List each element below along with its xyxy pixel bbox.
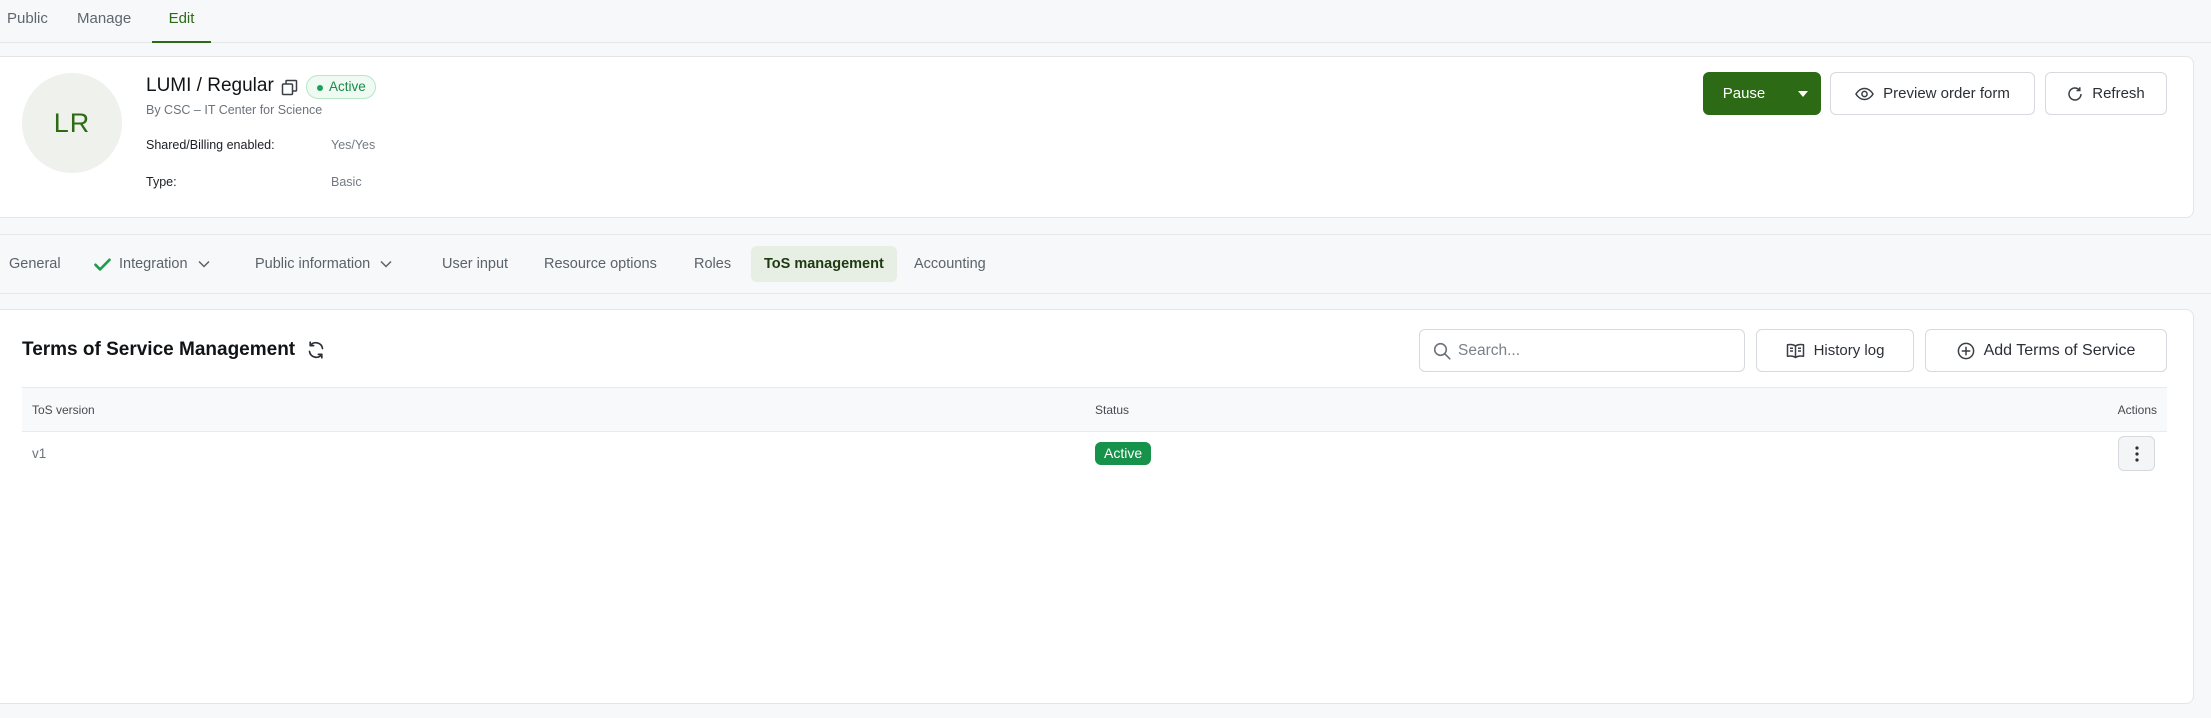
offering-section-tabs: General Integration Public information U… xyxy=(0,234,2211,294)
chevron-down-icon xyxy=(380,260,392,268)
search-icon xyxy=(1433,342,1451,360)
column-header-tos-version: ToS version xyxy=(32,403,95,417)
pause-button-group: Pause xyxy=(1703,72,1821,115)
offering-header-card: LR LUMI / Regular Active By CSC – IT Cen… xyxy=(0,56,2194,218)
tab-resource-options[interactable]: Resource options xyxy=(544,246,657,282)
preview-order-form-label: Preview order form xyxy=(1883,85,2010,102)
refresh-button[interactable]: Refresh xyxy=(2045,72,2167,115)
section-title: Terms of Service Management xyxy=(22,339,296,360)
tab-tos-management[interactable]: ToS management xyxy=(751,246,897,282)
row-actions-button[interactable] xyxy=(2118,436,2155,471)
page-title: LUMI / Regular xyxy=(146,75,274,96)
pause-button[interactable]: Pause xyxy=(1703,72,1785,115)
tab-manage[interactable]: Manage xyxy=(77,0,131,43)
copy-icon[interactable] xyxy=(281,79,298,96)
column-header-status: Status xyxy=(1095,403,1130,417)
avatar: LR xyxy=(22,73,122,173)
book-icon xyxy=(1786,343,1805,359)
refresh-icon[interactable] xyxy=(306,340,326,360)
more-vertical-icon xyxy=(2134,445,2139,462)
tab-edit[interactable]: Edit xyxy=(152,0,211,43)
status-dot-icon xyxy=(317,85,323,91)
table-header: ToS version Status Actions xyxy=(22,387,2167,432)
tab-public-information[interactable]: Public information xyxy=(255,246,392,282)
status-badge-label: Active xyxy=(329,79,366,94)
meta-value-type: Basic xyxy=(331,175,362,189)
top-tabs: Public Manage Edit xyxy=(0,0,2211,43)
chevron-down-icon xyxy=(198,260,210,268)
plus-circle-icon xyxy=(1957,342,1975,360)
preview-order-form-button[interactable]: Preview order form xyxy=(1830,72,2035,115)
meta-label-type: Type: xyxy=(146,175,177,189)
tab-roles[interactable]: Roles xyxy=(694,246,731,282)
tos-management-card: Terms of Service Management History log xyxy=(0,309,2194,704)
tab-user-input[interactable]: User input xyxy=(442,246,508,282)
rotate-icon xyxy=(2067,86,2083,102)
column-header-actions: Actions xyxy=(2117,403,2157,417)
meta-label-shared-billing: Shared/Billing enabled: xyxy=(146,138,275,152)
history-log-button[interactable]: History log xyxy=(1756,329,1914,372)
search-field xyxy=(1419,329,1745,372)
check-icon xyxy=(94,258,111,271)
tab-public-information-label: Public information xyxy=(255,256,371,272)
eye-icon xyxy=(1855,87,1874,101)
caret-down-icon xyxy=(1798,90,1808,97)
status-badge: Active xyxy=(306,75,376,99)
table-row: v1 Active xyxy=(22,432,2167,476)
tab-integration-label: Integration xyxy=(119,256,188,272)
search-input[interactable] xyxy=(1458,330,1738,371)
add-terms-of-service-label: Add Terms of Service xyxy=(1983,341,2136,359)
tos-version-cell: v1 xyxy=(32,446,47,461)
pause-dropdown-toggle[interactable] xyxy=(1785,72,1821,115)
tab-integration[interactable]: Integration xyxy=(94,246,210,282)
meta-value-shared-billing: Yes/Yes xyxy=(331,138,376,152)
tab-public[interactable]: Public xyxy=(7,0,48,43)
provider-text: By CSC – IT Center for Science xyxy=(146,103,323,117)
status-badge: Active xyxy=(1095,442,1152,465)
add-terms-of-service-button[interactable]: Add Terms of Service xyxy=(1925,329,2167,372)
history-log-label: History log xyxy=(1813,342,1885,359)
tab-general[interactable]: General xyxy=(9,246,61,282)
refresh-label: Refresh xyxy=(2092,85,2145,102)
tab-accounting[interactable]: Accounting xyxy=(914,246,986,282)
